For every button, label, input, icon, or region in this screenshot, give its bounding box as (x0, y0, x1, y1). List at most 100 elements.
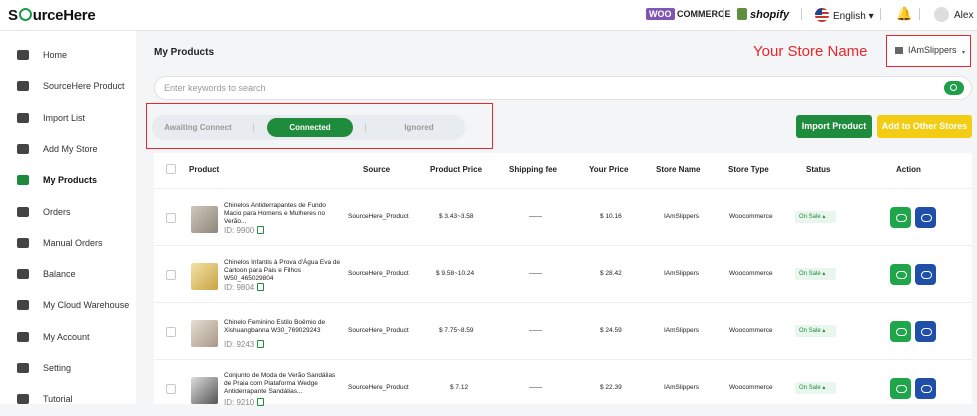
col-status: Status (806, 165, 831, 174)
row-checkbox[interactable] (166, 327, 176, 337)
product-thumbnail[interactable] (191, 320, 218, 347)
product-name[interactable]: Conjunto de Moda de Verão Sandálias de P… (224, 372, 344, 396)
search-button[interactable] (944, 81, 964, 95)
row-checkbox[interactable] (166, 213, 176, 223)
product-box-icon (16, 79, 29, 92)
bell-icon[interactable]: 🔔 (896, 6, 912, 22)
search-input[interactable]: Enter keywords to search (154, 76, 972, 100)
sidebar-item-setting[interactable]: Setting (0, 352, 136, 383)
copy-icon[interactable] (257, 340, 265, 348)
divider (880, 8, 881, 20)
status-badge[interactable]: On Sale ▴ (795, 325, 836, 337)
grid-icon (16, 173, 29, 186)
sidebar-item-my-account[interactable]: My Account (0, 321, 136, 352)
shopify-bag-icon (737, 8, 747, 20)
manual-order-icon (16, 236, 29, 249)
home-icon (16, 48, 29, 61)
source-cell: SourceHere_Product (348, 327, 409, 334)
status-tabs: Awaiting Connect Connected Ignored (152, 115, 465, 140)
col-store-type: Store Type (728, 165, 769, 174)
shopify-link[interactable]: shopify (737, 8, 789, 21)
cloud-upload-icon[interactable] (915, 264, 936, 285)
gear-icon (16, 361, 29, 374)
search-placeholder: Enter keywords to search (164, 83, 266, 93)
sidebar-item-my-cloud-warehouse[interactable]: My Cloud Warehouse (0, 289, 136, 320)
table-row: Conjunto de Moda de Verão Sandálias de P… (154, 359, 972, 416)
sidebar-item-sourcehere-product[interactable]: SourceHere Product (0, 70, 136, 101)
tab-ignored[interactable]: Ignored (373, 118, 465, 137)
sidebar-item-import-list[interactable]: Import List (0, 102, 136, 133)
store-name-cell: IAmSlippers (664, 384, 700, 391)
cloud-upload-icon[interactable] (915, 378, 936, 399)
status-badge[interactable]: On Sale ▴ (795, 268, 836, 280)
sidebar-item-balance[interactable]: Balance (0, 258, 136, 289)
row-checkbox[interactable] (166, 270, 176, 280)
source-cell: SourceHere_Product (348, 270, 409, 277)
link-icon[interactable] (890, 264, 911, 285)
sidebar-item-my-products[interactable]: My Products (0, 164, 136, 195)
language-selector[interactable]: English ▾ (815, 8, 874, 22)
link-icon[interactable] (890, 207, 911, 228)
col-product: Product (189, 165, 220, 174)
col-action: Action (896, 165, 921, 174)
product-id: ID: 9243 (224, 340, 265, 349)
cloud-icon (16, 298, 29, 311)
status-badge[interactable]: On Sale ▴ (795, 382, 836, 394)
product-name[interactable]: Chinelo Feminino Estilo Boêmio de Xishua… (224, 319, 344, 335)
products-table: Product Source Product Price Shipping fe… (154, 153, 972, 407)
store-icon (895, 47, 903, 54)
shipping-fee-cell: —— (529, 270, 542, 277)
product-thumbnail[interactable] (191, 263, 218, 290)
brand-logo[interactable]: SurceHere (8, 7, 96, 24)
import-product-button[interactable]: Import Product (796, 115, 872, 138)
divider (253, 123, 254, 132)
store-select[interactable]: IAmSlippers ▾ (886, 35, 971, 67)
sidebar-item-orders[interactable]: Orders (0, 196, 136, 227)
page-title: My Products (154, 47, 215, 58)
cloud-upload-icon[interactable] (915, 207, 936, 228)
product-name[interactable]: Chinelos Antiderrapantes de Fundo Macio … (224, 202, 344, 226)
copy-icon[interactable] (257, 398, 265, 406)
product-thumbnail[interactable] (191, 377, 218, 404)
copy-icon[interactable] (257, 283, 265, 291)
tab-connected[interactable]: Connected (267, 118, 353, 137)
col-shipping-fee: Shipping fee (509, 165, 557, 174)
store-type-cell: Woocommerce (729, 384, 773, 391)
store-type-cell: Woocommerce (729, 327, 773, 334)
copy-icon[interactable] (257, 226, 265, 234)
add-to-other-stores-button[interactable]: Add to Other Stores (877, 115, 972, 138)
woocommerce-link[interactable]: WOO COMMERCE (646, 8, 731, 20)
divider (723, 8, 724, 20)
cloud-upload-icon[interactable] (915, 321, 936, 342)
divider (801, 8, 802, 20)
table-row: Chinelos Antiderrapantes de Fundo Macio … (154, 188, 972, 245)
row-checkbox[interactable] (166, 384, 176, 394)
col-store-name: Store Name (656, 165, 701, 174)
your-price-cell: $ 10.16 (600, 213, 622, 220)
top-bar: SurceHere WOO COMMERCE shopify English ▾… (0, 0, 977, 31)
store-name-cell: IAmSlippers (664, 327, 700, 334)
your-price-cell: $ 24.59 (600, 327, 622, 334)
select-all-checkbox[interactable] (166, 164, 176, 174)
col-source: Source (363, 165, 391, 174)
product-price-cell: $ 3.43~3.58 (439, 213, 474, 220)
product-name[interactable]: Chinelos Infantis à Prova d'Água Eva de … (224, 259, 344, 283)
user-menu[interactable]: Alex (934, 7, 973, 22)
product-thumbnail[interactable] (191, 206, 218, 233)
product-price-cell: $ 7.12 (450, 384, 469, 391)
shipping-fee-cell: —— (529, 213, 542, 220)
sidebar-item-home[interactable]: Home (0, 39, 136, 70)
link-icon[interactable] (890, 378, 911, 399)
sidebar-item-tutorial[interactable]: Tutorial (0, 383, 136, 414)
your-price-cell: $ 28.42 (600, 270, 622, 277)
clipboard-icon (16, 111, 29, 124)
link-icon[interactable] (890, 321, 911, 342)
chevron-down-icon: ▾ (961, 50, 965, 56)
status-badge[interactable]: On Sale ▴ (795, 211, 836, 223)
tab-awaiting-connect[interactable]: Awaiting Connect (152, 118, 244, 137)
your-price-cell: $ 22.39 (600, 384, 622, 391)
sidebar-item-manual-orders[interactable]: Manual Orders (0, 227, 136, 258)
us-flag-icon (815, 8, 829, 22)
sidebar-item-add-my-store[interactable]: Add My Store (0, 133, 136, 164)
divider (365, 123, 366, 132)
